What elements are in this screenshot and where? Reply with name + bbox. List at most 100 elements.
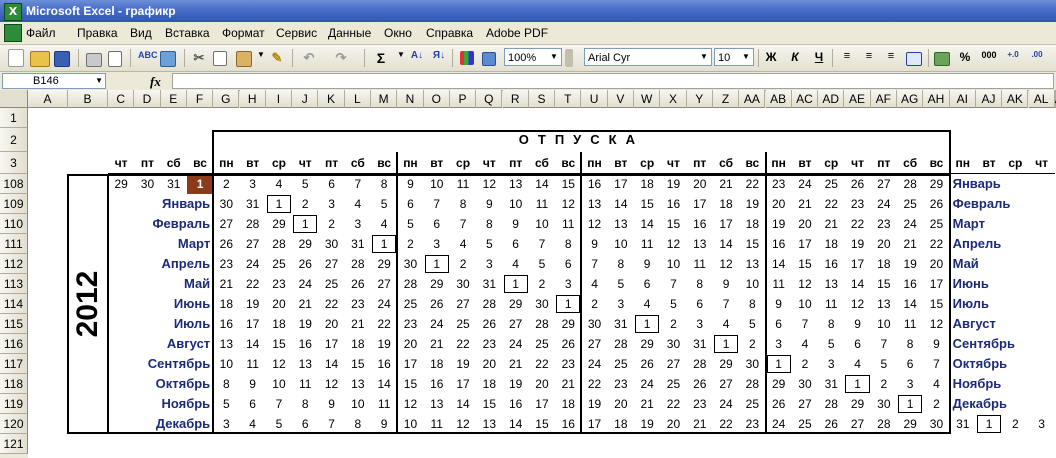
research-icon[interactable] [160, 51, 176, 67]
column-header[interactable]: E [160, 90, 187, 108]
undo-icon[interactable]: ↶ [300, 50, 318, 66]
name-box[interactable]: B146 ▼ [2, 73, 106, 89]
insert-function-icon[interactable]: fx [150, 74, 161, 90]
autosum-button[interactable]: Σ [372, 50, 390, 66]
column-header[interactable]: L [344, 90, 371, 108]
currency-icon[interactable] [934, 52, 950, 66]
menu-insert[interactable]: Вставка [165, 26, 210, 40]
menu-adobe-pdf[interactable]: Adobe PDF [486, 26, 548, 40]
column-header[interactable]: AC [791, 90, 819, 108]
column-header[interactable]: D [134, 90, 161, 108]
column-header[interactable]: AI [949, 90, 976, 108]
row-header[interactable]: 115 [0, 314, 28, 334]
menu-file[interactable]: Файл [26, 26, 56, 40]
paste-icon[interactable] [236, 51, 252, 67]
column-header[interactable]: J [292, 90, 319, 108]
workbook-icon[interactable] [4, 24, 22, 42]
column-header[interactable]: AH [923, 90, 950, 108]
sort-descending-icon[interactable]: Я↓ [430, 50, 448, 61]
row-header[interactable]: 114 [0, 294, 28, 314]
column-header[interactable]: AL [1028, 90, 1055, 108]
select-all-corner[interactable] [0, 90, 28, 108]
column-header[interactable]: P [449, 90, 477, 108]
spelling-icon[interactable]: ABC [138, 50, 158, 60]
menu-data[interactable]: Данные [328, 26, 371, 40]
print-preview-icon[interactable] [108, 51, 122, 67]
toolbar-options-icon[interactable] [565, 49, 573, 67]
drawing-icon[interactable] [482, 52, 496, 66]
redo-icon[interactable]: ↷ [332, 50, 350, 66]
column-header[interactable]: K [318, 90, 345, 108]
column-header[interactable]: T [555, 90, 582, 108]
column-header[interactable]: A [28, 90, 68, 108]
column-header[interactable]: Z [712, 90, 740, 108]
merge-center-icon[interactable] [906, 52, 922, 66]
row-header[interactable]: 110 [0, 214, 28, 234]
underline-button[interactable]: Ч [810, 50, 828, 64]
increase-decimal-icon[interactable]: +.0 [1004, 50, 1022, 59]
column-header[interactable]: Q [476, 90, 503, 108]
new-document-icon[interactable] [8, 49, 24, 67]
row-header[interactable]: 3 [0, 152, 28, 174]
chevron-down-icon[interactable]: ▼ [548, 50, 560, 64]
column-header[interactable]: M [371, 90, 398, 108]
open-folder-icon[interactable] [30, 51, 50, 67]
excel-app-icon[interactable]: X [4, 3, 22, 21]
align-left-icon[interactable]: ≡ [838, 50, 856, 62]
formula-input[interactable] [172, 73, 1054, 89]
row-header[interactable]: 119 [0, 394, 28, 414]
row-header[interactable]: 2 [0, 128, 28, 152]
column-header[interactable]: AE [844, 90, 871, 108]
row-header[interactable]: 111 [0, 234, 28, 254]
menu-help[interactable]: Справка [426, 26, 473, 40]
column-header[interactable]: W [634, 90, 661, 108]
row-header[interactable]: 116 [0, 334, 28, 354]
decrease-decimal-icon[interactable]: .00 [1028, 50, 1046, 59]
font-name-select[interactable]: Arial Cyr ▼ [584, 48, 712, 66]
row-header[interactable]: 118 [0, 374, 28, 394]
column-header[interactable]: O [423, 90, 450, 108]
column-header[interactable]: B [68, 90, 108, 108]
align-right-icon[interactable]: ≡ [882, 50, 900, 62]
chevron-down-icon[interactable]: ▼ [95, 74, 103, 88]
row-header[interactable]: 108 [0, 174, 28, 194]
column-header[interactable]: C [108, 90, 135, 108]
column-header[interactable]: Y [686, 90, 713, 108]
thousands-separator-button[interactable]: 000 [980, 50, 998, 60]
column-header[interactable]: G [213, 90, 240, 108]
row-header[interactable]: 113 [0, 274, 28, 294]
chart-wizard-icon[interactable] [460, 51, 474, 65]
column-header[interactable]: AB [765, 90, 792, 108]
column-header[interactable]: X [660, 90, 687, 108]
format-painter-icon[interactable]: ✎ [268, 50, 286, 66]
column-header[interactable]: AF [870, 90, 897, 108]
menu-edit[interactable]: Правка [77, 26, 118, 40]
worksheet-grid[interactable]: ОТПУСКА чт пт сб вс пн вт ср чт пт сб вс пн вт ср чт пт с… [28, 108, 1056, 458]
row-header[interactable]: 109 [0, 194, 28, 214]
menu-window[interactable]: Окно [384, 26, 412, 40]
zoom-select[interactable]: 100% ▼ [504, 48, 562, 66]
print-icon[interactable] [86, 53, 102, 67]
column-header[interactable]: H [239, 90, 266, 108]
percent-button[interactable]: % [956, 50, 974, 64]
column-header[interactable]: I [265, 90, 293, 108]
chevron-down-icon[interactable]: ▼ [698, 50, 710, 64]
column-header[interactable]: AJ [975, 90, 1003, 108]
column-header[interactable]: N [397, 90, 424, 108]
row-header[interactable]: 1 [0, 108, 28, 128]
align-center-icon[interactable]: ≡ [860, 50, 878, 62]
row-header[interactable]: 121 [0, 434, 28, 454]
menu-tools[interactable]: Сервис [276, 26, 317, 40]
font-size-select[interactable]: 10 ▼ [714, 48, 754, 66]
chevron-down-icon[interactable]: ▼ [740, 50, 752, 64]
column-header[interactable]: R [502, 90, 529, 108]
cut-icon[interactable]: ✂ [190, 50, 208, 66]
bold-button[interactable]: Ж [762, 50, 780, 64]
column-header[interactable]: AD [818, 90, 845, 108]
row-header[interactable]: 117 [0, 354, 28, 374]
column-header[interactable]: V [607, 90, 634, 108]
menu-format[interactable]: Формат [222, 26, 265, 40]
column-header[interactable]: AG [897, 90, 924, 108]
italic-button[interactable]: К [786, 50, 804, 64]
column-header[interactable]: AK [1002, 90, 1029, 108]
